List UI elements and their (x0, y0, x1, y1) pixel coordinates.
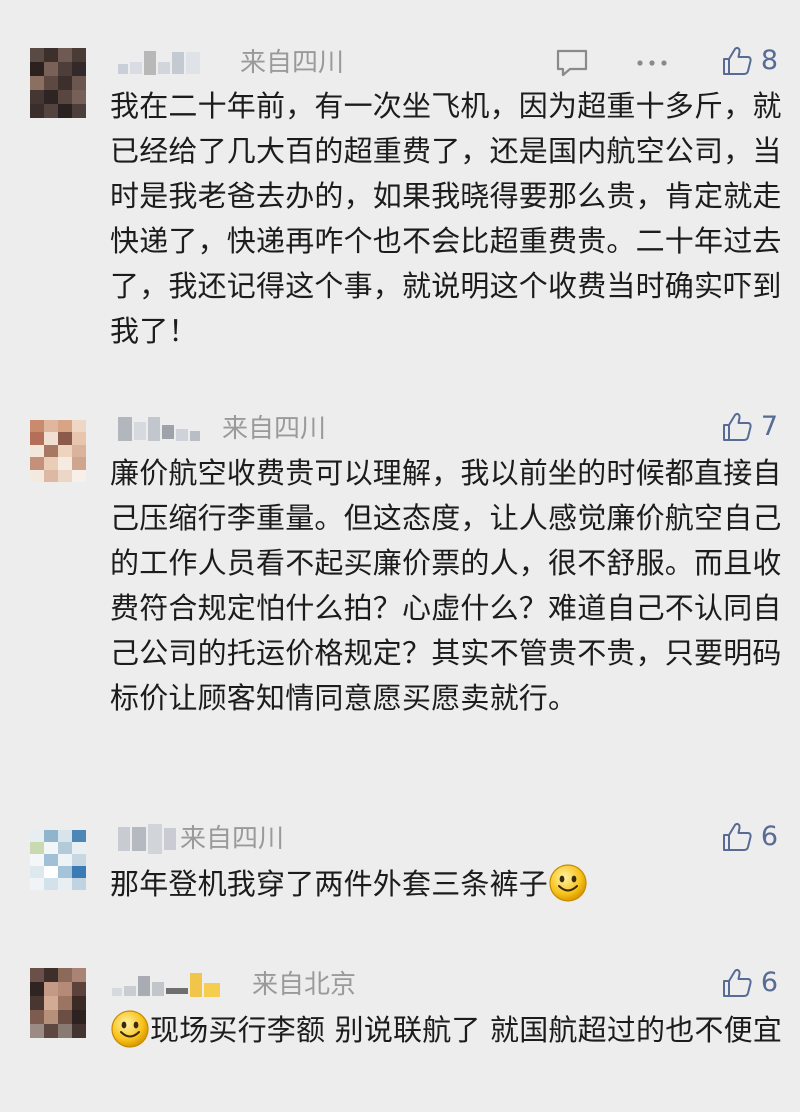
like-button[interactable]: 8 (721, 44, 778, 78)
comment-location: 来自四川 (222, 414, 327, 444)
comment-location: 来自四川 (240, 48, 345, 78)
like-count: 7 (760, 411, 778, 442)
thumbs-up-icon (722, 823, 752, 851)
comment-location: 来自北京 (252, 970, 357, 1000)
avatar[interactable] (30, 830, 86, 890)
username-mosaic[interactable] (118, 414, 200, 444)
more-options-icon[interactable] (635, 56, 669, 70)
like-count: 6 (760, 821, 778, 852)
avatar[interactable] (30, 968, 86, 1038)
avatar[interactable] (30, 420, 86, 482)
thumbs-up-icon (722, 969, 752, 997)
comment-text: 那年登机我穿了两件外套三条裤子 (110, 862, 790, 907)
avatar[interactable] (30, 48, 86, 118)
username-mosaic[interactable] (118, 48, 200, 78)
smile-emoji-icon (549, 864, 587, 902)
like-button[interactable]: 7 (721, 410, 778, 444)
comment-text: 我在二十年前，有一次坐飞机，因为超重十多斤，就已经给了几大百的超重费了，还是国内… (110, 89, 782, 348)
comment-location: 来自四川 (180, 824, 285, 854)
smile-emoji-icon (111, 1010, 149, 1048)
like-button[interactable]: 6 (721, 820, 778, 854)
reply-icon[interactable] (555, 48, 589, 78)
like-count: 6 (760, 967, 778, 998)
comment-text: 廉价航空收费贵可以理解，我以前坐的时候都直接自己压缩行李重量。但这态度，让人感觉… (110, 456, 782, 715)
thumbs-up-icon (722, 413, 752, 441)
username-mosaic[interactable] (118, 824, 176, 854)
comment-text: 现场买行李额 别说联航了 就国航超过的也不便宜 (110, 1008, 790, 1053)
username-mosaic[interactable] (112, 970, 220, 1000)
thumbs-up-icon (722, 47, 752, 75)
like-button[interactable]: 6 (721, 966, 778, 1000)
like-count: 8 (760, 45, 778, 76)
